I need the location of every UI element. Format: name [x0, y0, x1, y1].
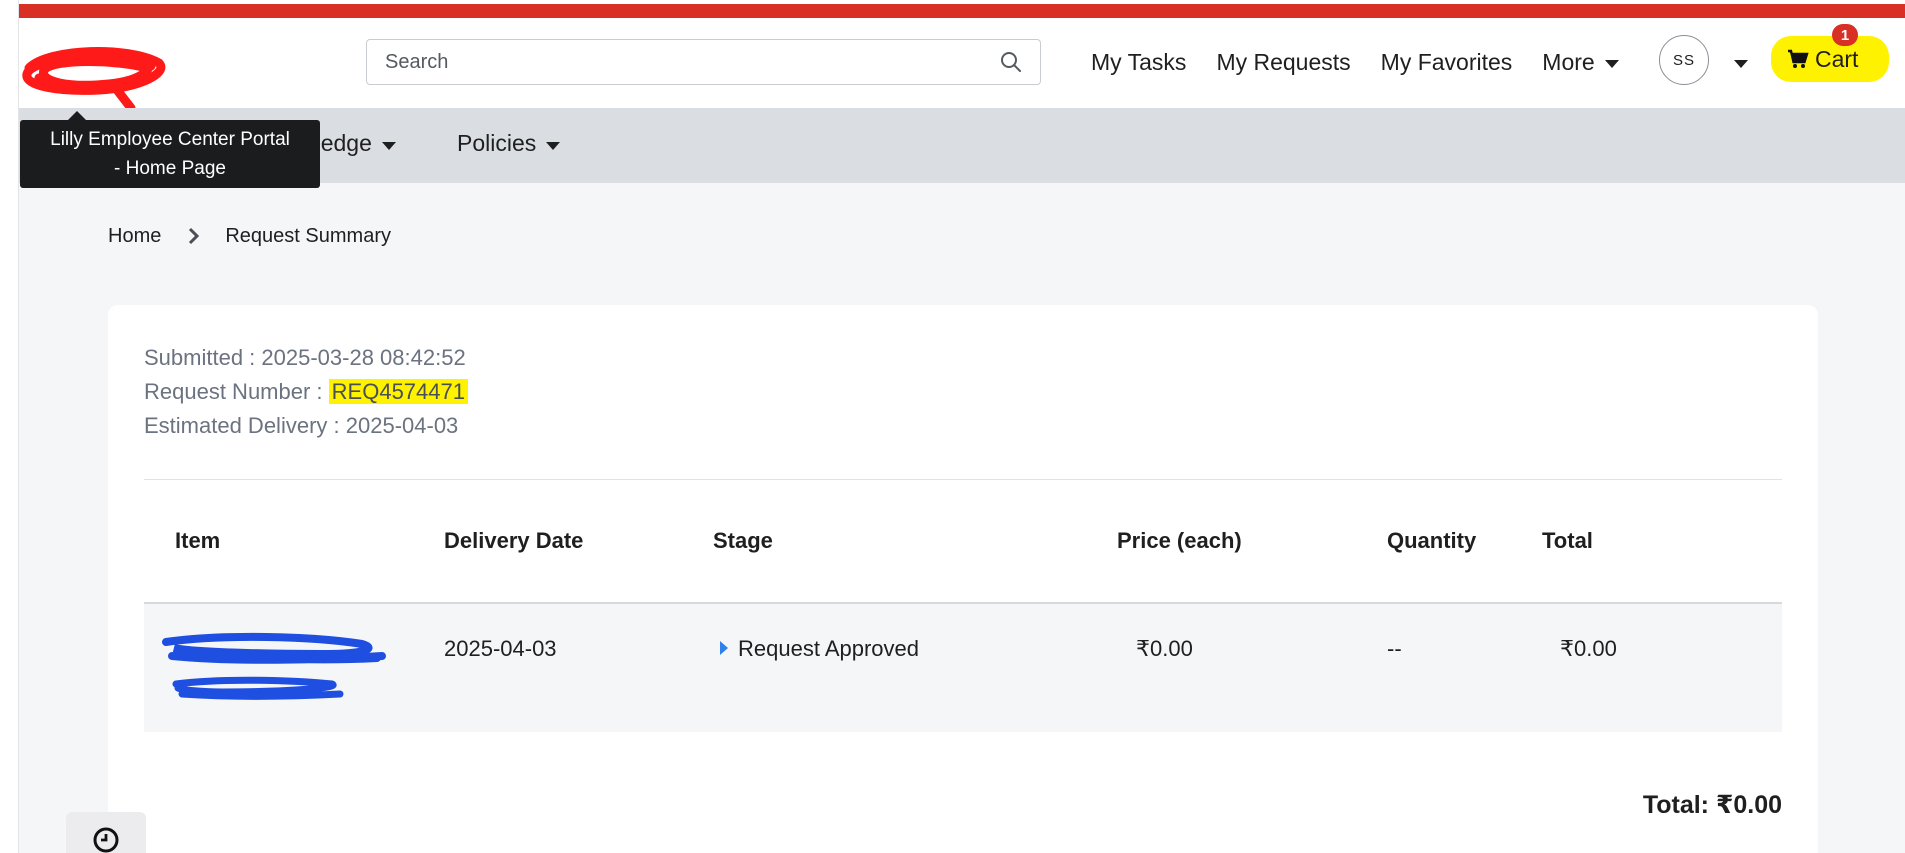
request-number-label: Request Number : — [144, 379, 323, 404]
chevron-down-icon — [546, 141, 561, 150]
header-delivery-date: Delivery Date — [444, 528, 584, 553]
header-quantity: Quantity — [1387, 528, 1477, 553]
left-edge — [0, 0, 19, 853]
submitted-value: 2025-03-28 08:42:52 — [261, 345, 466, 370]
cart-count-badge: 1 — [1832, 24, 1858, 46]
header-item: Item — [175, 528, 221, 553]
row-quantity: -- — [1387, 636, 1402, 661]
chevron-right-icon — [187, 226, 201, 246]
tooltip-line-1: Lilly Employee Center Portal — [50, 129, 290, 150]
page: My Tasks My Requests My Favorites More S… — [0, 0, 1905, 853]
table-header: Item Delivery Date Stage Price (each) Qu… — [144, 480, 1782, 604]
header-total: Total — [1542, 528, 1593, 553]
search-box[interactable] — [366, 39, 1041, 85]
submitted-label: Submitted : — [144, 345, 256, 370]
breadcrumb: Home Request Summary — [108, 224, 391, 248]
request-number-line: Request Number : REQ4574471 — [144, 375, 468, 409]
subnav-policies[interactable]: Policies — [457, 130, 561, 157]
table-row: 2025-04-03 Request Approved ₹0.00 -- ₹0.… — [144, 604, 1782, 732]
caret-right-icon — [720, 641, 728, 656]
top-nav: My Tasks My Requests My Favorites More — [1091, 39, 1647, 85]
tooltip-arrow — [68, 111, 86, 120]
grand-total: Total: ₹0.00 — [1642, 791, 1782, 819]
request-summary-card: Submitted : 2025-03-28 08:42:52 Request … — [108, 305, 1818, 853]
submitted-line: Submitted : 2025-03-28 08:42:52 — [144, 341, 468, 375]
item-link-redacted[interactable] — [162, 632, 392, 702]
breadcrumb-current: Request Summary — [225, 224, 391, 247]
request-items-table: Item Delivery Date Stage Price (each) Qu… — [144, 480, 1782, 732]
nav-more-label: More — [1542, 48, 1595, 75]
nav-my-favorites[interactable]: My Favorites — [1381, 49, 1513, 76]
header-stage: Stage — [713, 528, 773, 553]
logo-tooltip: Lilly Employee Center Portal - Home Page — [20, 120, 320, 188]
tooltip-line-2: - Home Page — [114, 158, 226, 179]
avatar[interactable]: SS — [1659, 35, 1709, 85]
search-icon[interactable] — [1000, 51, 1022, 73]
row-delivery-date: 2025-04-03 — [444, 636, 557, 661]
chevron-down-icon[interactable] — [1734, 60, 1748, 68]
row-total: ₹0.00 — [1560, 636, 1617, 661]
cart-icon — [1787, 49, 1809, 69]
request-number-value: REQ4574471 — [328, 379, 468, 404]
estimated-delivery-line: Estimated Delivery : 2025-04-03 — [144, 409, 468, 443]
subnav-policies-label: Policies — [457, 130, 537, 156]
breadcrumb-home[interactable]: Home — [108, 225, 161, 248]
clock-icon — [92, 826, 120, 853]
nav-more[interactable]: More — [1542, 48, 1619, 76]
nav-my-tasks[interactable]: My Tasks — [1091, 49, 1186, 76]
nav-my-requests[interactable]: My Requests — [1216, 49, 1350, 76]
chevron-down-icon — [1604, 60, 1619, 68]
top-accent-bar — [19, 4, 1905, 18]
row-stage[interactable]: Request Approved — [720, 636, 919, 662]
search-input[interactable] — [385, 50, 1000, 74]
row-stage-label: Request Approved — [738, 636, 920, 661]
estimated-delivery-value: 2025-04-03 — [345, 413, 459, 438]
header-price: Price (each) — [1117, 528, 1242, 553]
chevron-down-icon — [381, 141, 396, 150]
request-meta: Submitted : 2025-03-28 08:42:52 Request … — [144, 341, 468, 443]
estimated-delivery-label: Estimated Delivery : — [144, 413, 340, 438]
header: My Tasks My Requests My Favorites More S… — [19, 18, 1905, 113]
cart-label: Cart — [1815, 45, 1859, 72]
cart-button[interactable]: Cart — [1771, 36, 1889, 82]
row-price: ₹0.00 — [1136, 636, 1193, 661]
logo-redacted[interactable] — [19, 38, 169, 113]
history-button[interactable] — [66, 812, 146, 853]
